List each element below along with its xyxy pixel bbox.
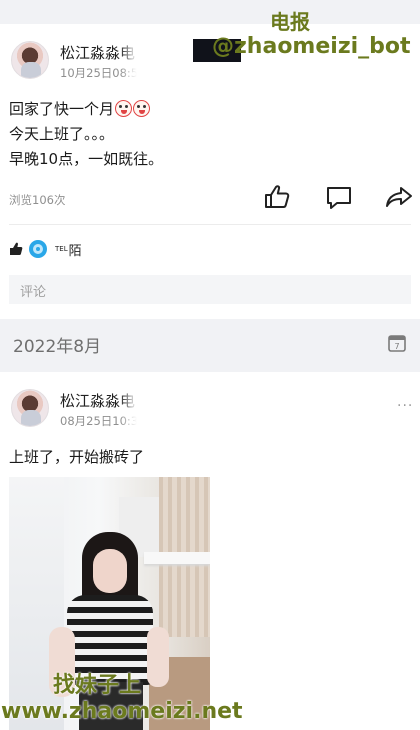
thumbs-up-icon[interactable] bbox=[262, 182, 292, 212]
divider bbox=[9, 224, 411, 225]
watermark-site: www.zhaomeizi.net bbox=[1, 699, 243, 724]
watermark-telegram-label: 电报 bbox=[270, 10, 310, 34]
comment-placeholder: 评论 bbox=[20, 285, 47, 300]
avatar[interactable] bbox=[11, 41, 49, 79]
comment-input[interactable]: 评论 bbox=[9, 275, 411, 304]
name-fade bbox=[120, 40, 148, 84]
post-line: 今天上班了。。。 bbox=[9, 125, 115, 143]
watermark-caption: 找妹子上 bbox=[53, 673, 142, 698]
post-text: 上班了，开始搬砖了 bbox=[9, 448, 145, 466]
likes-row: TEL 陌 bbox=[9, 238, 82, 260]
liker-name[interactable]: 陌 bbox=[69, 240, 82, 259]
share-icon[interactable] bbox=[384, 182, 414, 212]
emoji-icon bbox=[133, 100, 151, 117]
month-label: 2022年8月 bbox=[13, 337, 102, 357]
name-fade bbox=[120, 388, 148, 432]
more-icon[interactable]: ··· bbox=[397, 398, 413, 414]
liker-tel-label: TEL bbox=[55, 245, 68, 253]
view-count: 浏览106次 bbox=[9, 193, 66, 207]
post-text: 回家了快一个月 今天上班了。。。 早晚10点，一如既往。 bbox=[9, 97, 163, 172]
post-line: 早晚10点，一如既往。 bbox=[9, 150, 164, 168]
post-line: 回家了快一个月 bbox=[9, 100, 115, 118]
thumbs-up-icon bbox=[10, 242, 23, 255]
liker-avatar[interactable] bbox=[29, 240, 47, 258]
watermark-bot-handle: @zhaomeizi_bot bbox=[212, 34, 411, 59]
top-band bbox=[0, 0, 420, 24]
calendar-icon[interactable]: 7 bbox=[387, 333, 407, 353]
comment-icon[interactable] bbox=[324, 182, 354, 212]
emoji-icon bbox=[115, 100, 133, 117]
calendar-number: 7 bbox=[394, 342, 399, 351]
avatar[interactable] bbox=[11, 389, 49, 427]
